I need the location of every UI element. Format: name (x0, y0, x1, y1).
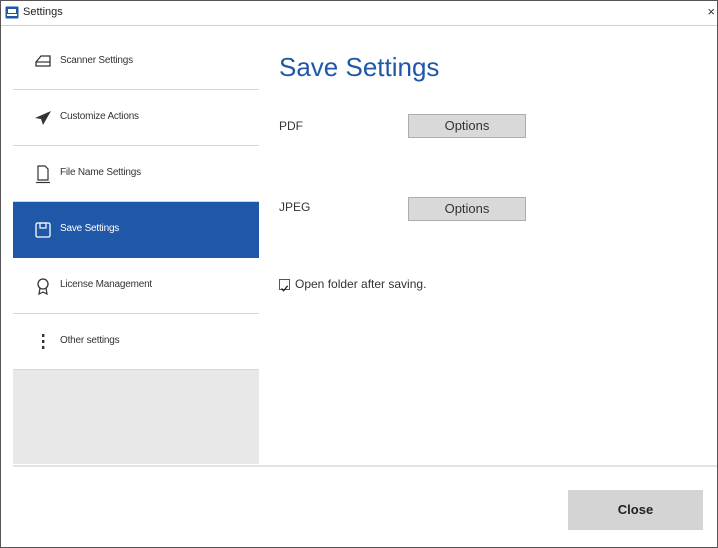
jpeg-options-button[interactable]: Options (408, 197, 526, 221)
checkmark-icon (281, 285, 289, 292)
save-icon (35, 222, 51, 238)
sidebar-item-scanner-settings[interactable]: Scanner Settings (13, 34, 259, 90)
sidebar-item-label: Scanner Settings (60, 55, 133, 66)
sidebar-item-customize-actions[interactable]: Customize Actions (13, 90, 259, 146)
sidebar-item-other-settings[interactable]: Other settings (13, 314, 259, 370)
sidebar-item-label: Customize Actions (60, 111, 139, 122)
close-button[interactable]: Close (568, 490, 703, 530)
app-icon (5, 6, 19, 19)
main-panel (259, 34, 717, 464)
jpeg-label: JPEG (279, 200, 311, 214)
open-folder-label: Open folder after saving. (295, 277, 427, 291)
sidebar-item-label: License Management (60, 279, 153, 290)
settings-window: Settings × Scanner Settings Customize Ac… (0, 0, 718, 548)
document-icon (36, 165, 50, 184)
open-folder-checkbox[interactable] (279, 279, 290, 292)
page-title: Save Settings (279, 52, 440, 82)
scanner-icon (35, 55, 51, 67)
pdf-label: PDF (279, 119, 303, 133)
sidebar-item-label: Other settings (60, 335, 120, 346)
footer-divider (13, 465, 717, 467)
sidebar-item-label: File Name Settings (60, 167, 141, 178)
send-icon (35, 111, 51, 125)
title-bar: Settings × (1, 1, 717, 26)
window-close-icon[interactable]: × (707, 4, 715, 20)
award-icon (37, 278, 49, 296)
more-vertical-icon (42, 334, 45, 349)
sidebar-item-save-settings[interactable]: Save Settings (13, 202, 259, 258)
sidebar-item-label: Save Settings (60, 223, 120, 234)
pdf-options-button[interactable]: Options (408, 114, 526, 138)
window-title: Settings (23, 6, 63, 18)
sidebar-item-file-name-settings[interactable]: File Name Settings (13, 146, 259, 202)
sidebar-item-license-management[interactable]: License Management (13, 258, 259, 314)
sidebar: Scanner Settings Customize Actions File … (13, 34, 259, 464)
